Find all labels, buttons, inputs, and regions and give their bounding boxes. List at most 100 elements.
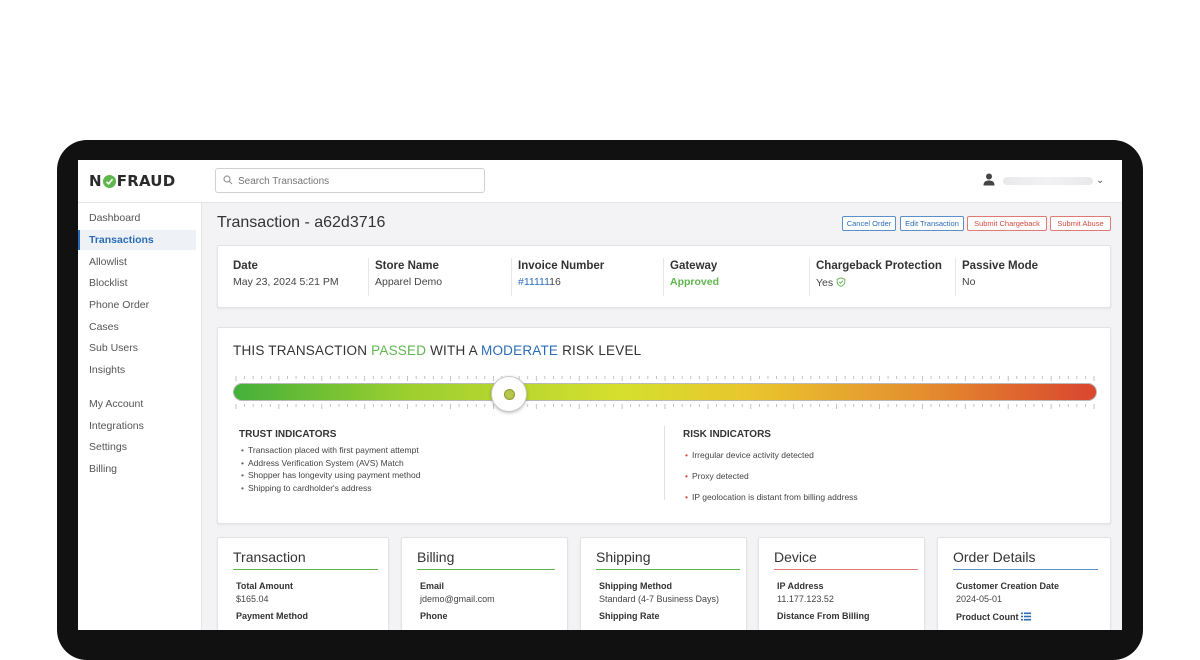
user-icon[interactable] [983,173,995,186]
trust-indicator-item: • Transaction placed with first payment a… [241,445,419,455]
invoice-link[interactable]: #11111 [518,276,549,288]
sidebar-item-transactions[interactable]: Transactions [78,230,196,250]
card-rule [417,569,555,570]
divider [368,258,369,296]
sidebar-item-cases[interactable]: Cases [78,317,196,337]
trust-indicator-item: • Shopper has longevity using payment met… [241,470,421,480]
total-amount-value: $165.04 [236,594,269,604]
chevron-down-icon[interactable]: ⌄ [1096,175,1104,186]
divider [955,258,956,296]
customer-creation-date-label: Customer Creation Date [956,581,1060,591]
date-label: Date [233,260,258,272]
sidebar-item-dashboard[interactable]: Dashboard [78,208,196,228]
card-title: Transaction [233,549,306,565]
ip-address-link[interactable]: 11.177.123.52 [777,594,834,604]
sidebar-item-allowlist[interactable]: Allowlist [78,252,196,272]
risk-level-card: THIS TRANSACTION PASSED WITH A MODERATE … [217,327,1111,524]
sidebar: Dashboard Transactions Allowlist Blockli… [78,203,202,630]
product-count-label: Product Count [956,611,1032,622]
phone-label: Phone [420,611,448,621]
date-value: May 23, 2024 5:21 PM [233,276,339,288]
summary-gateway: Gateway Approved [670,260,719,288]
card-title: Shipping [596,549,651,565]
store-name-label: Store Name [375,260,439,272]
chargeback-protection-label: Chargeback Protection [816,260,942,272]
email-label: Email [420,581,445,591]
risk-meter-ticks-bottom [235,404,1095,409]
billing-detail-card: Billing Email jdemo@gmail.com Phone [401,537,568,630]
distance-from-billing-label: Distance From Billing [777,611,870,621]
top-bar: NFRAUD ⌄ [78,160,1122,203]
summary-chargeback: Chargeback Protection Yes [816,260,942,289]
card-rule [774,569,918,570]
card-title: Order Details [953,549,1036,565]
gateway-label: Gateway [670,260,718,272]
gateway-status: Approved [670,276,720,288]
sidebar-item-settings[interactable]: Settings [78,437,196,457]
risk-heading: THIS TRANSACTION PASSED WITH A MODERATE … [233,343,642,358]
chargeback-protection-value: Yes [816,276,942,289]
trust-indicator-item: • Address Verification System (AVS) Match [241,458,404,468]
edit-transaction-button[interactable]: Edit Transaction [900,216,964,231]
ip-address-label: IP Address [777,581,824,591]
passive-mode-label: Passive Mode [962,260,1039,272]
trust-indicators-heading: TRUST INDICATORS [239,429,337,440]
card-rule [596,569,740,570]
total-amount-label: Total Amount [236,581,293,591]
summary-passive-mode: Passive Mode No [962,260,1038,288]
trust-indicator-item: • Shipping to cardholder's address [241,483,372,493]
risk-indicators-heading: RISK INDICATORS [683,429,771,440]
summary-store: Store Name Apparel Demo [375,260,442,288]
submit-chargeback-button[interactable]: Submit Chargeback [967,216,1047,231]
summary-invoice: Invoice Number #1111116 [518,260,604,288]
invoice-number-label: Invoice Number [518,260,605,272]
submit-abuse-button[interactable]: Submit Abuse [1050,216,1111,231]
sidebar-item-integrations[interactable]: Integrations [78,416,196,436]
divider [511,258,512,296]
nofraud-logo[interactable]: N FRAUD [89,172,175,190]
card-rule [233,569,378,570]
checkmark-logo-icon [102,175,116,188]
app-screen: NFRAUD ⌄ Dashboard Transactions Allowlis… [78,160,1122,630]
card-title: Device [774,549,817,565]
sidebar-item-blocklist[interactable]: Blocklist [78,273,196,293]
card-rule [953,569,1098,570]
user-name[interactable] [1003,177,1093,185]
page-title: Transaction - a62d3716 [217,214,386,231]
shield-check-icon [836,277,846,287]
email-link[interactable]: jdemo@gmail.com [420,594,495,604]
summary-date: Date May 23, 2024 5:21 PM [233,260,339,288]
sidebar-item-sub-users[interactable]: Sub Users [78,338,196,358]
sidebar-item-phone-order[interactable]: Phone Order [78,295,196,315]
sidebar-item-insights[interactable]: Insights [78,360,196,380]
sidebar-item-billing[interactable]: Billing [78,459,196,479]
search-box[interactable] [215,168,485,193]
risk-meter-ticks-top [235,376,1095,381]
indicator-divider [664,426,665,500]
divider [809,258,810,296]
sidebar-item-my-account[interactable]: My Account [78,394,196,414]
cancel-order-button[interactable]: Cancel Order [842,216,896,231]
shipping-rate-label: Shipping Rate [599,611,660,621]
device-detail-card: Device IP Address 11.177.123.52 Distance… [758,537,925,630]
search-icon [223,175,233,185]
transaction-detail-card: Transaction Total Amount $165.04 Payment… [217,537,389,630]
risk-indicator-item: • Irregular device activity detected [685,450,814,460]
invoice-number-value: #1111116 [518,276,561,288]
passive-mode-value: No [962,276,976,288]
customer-creation-date-value: 2024-05-01 [956,594,1003,604]
payment-method-label: Payment Method [236,611,309,621]
search-input[interactable] [238,172,478,190]
risk-indicator-item: • Proxy detected [685,471,749,481]
shipping-detail-card: Shipping Shipping Method Standard (4-7 B… [580,537,747,630]
knob-dot [504,389,516,400]
risk-indicator-item: • IP geolocation is distant from billing … [685,492,858,502]
divider [663,258,664,296]
shipping-method-label: Shipping Method [599,581,672,591]
shipping-method-value: Standard (4-7 Business Days) [599,594,720,604]
store-name-value: Apparel Demo [375,276,443,288]
card-title: Billing [417,549,455,565]
list-icon[interactable] [1021,612,1032,621]
transaction-summary-card: Date May 23, 2024 5:21 PM Store Name App… [217,245,1111,308]
risk-meter-bar [233,383,1097,401]
